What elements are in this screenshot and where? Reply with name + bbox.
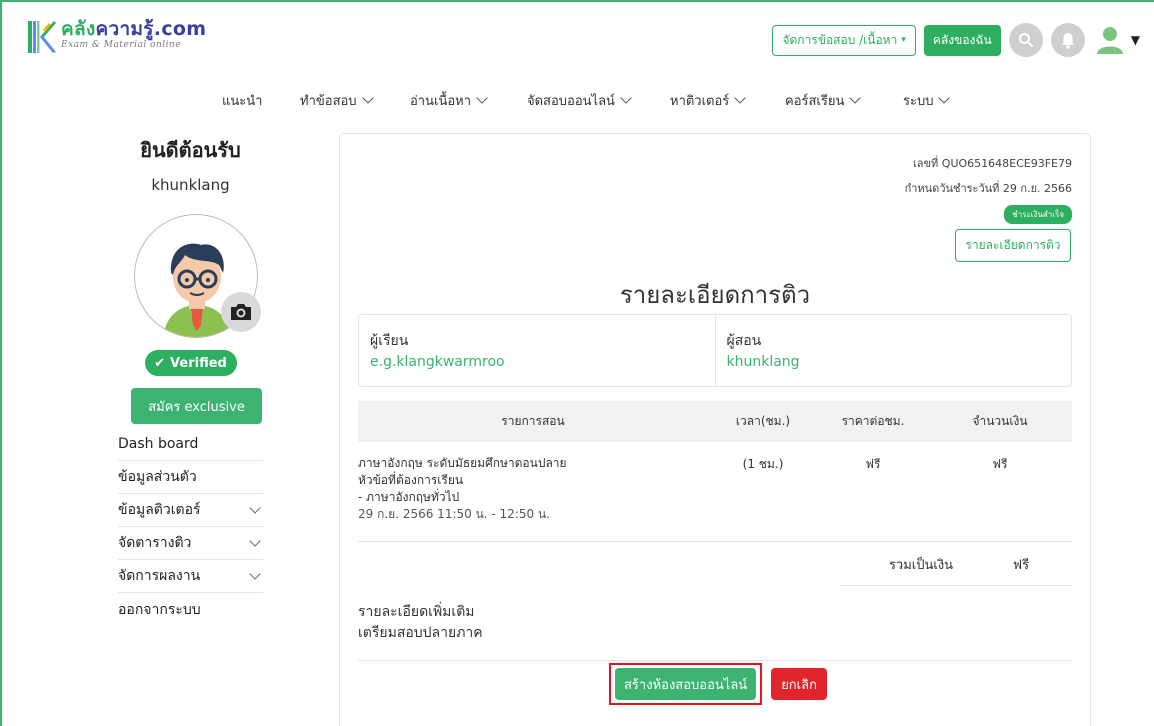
nav-item-intro[interactable]: แนะนำ <box>222 90 262 111</box>
header-actions: จัดการข้อสอบ /เนื้อหา ▾ คลังของฉัน ▼ <box>772 22 1140 58</box>
camera-icon <box>231 304 251 320</box>
student-info: ผู้เรียน e.g.klangkwarmroo <box>359 315 715 386</box>
divider <box>839 585 1072 586</box>
column-header-hours: เวลา(ชม.) <box>735 414 791 428</box>
divider <box>358 660 1072 661</box>
tutoring-detail-button[interactable]: รายละเอียดการติว <box>955 229 1071 262</box>
welcome-heading: ยินดีต้อนรับ <box>140 138 241 162</box>
chevron-down-icon <box>849 92 862 104</box>
payment-due-date: กำหนดวันชำระวันที่ 29 ก.ย. 2566 <box>904 182 1072 195</box>
chevron-down-icon <box>361 92 374 104</box>
item-hours: (1 ชม.) <box>742 457 784 471</box>
search-icon <box>1018 33 1033 48</box>
logo-k-icon <box>27 20 57 54</box>
avatar-container <box>134 214 261 338</box>
nav-item-read-content[interactable]: อ่านเนื้อหา <box>410 90 488 111</box>
sidebar: ยินดีต้อนรับ khunklang ✔ Verified สมัคร … <box>118 134 263 626</box>
chevron-down-icon <box>938 92 951 104</box>
tutor-label: ผู้สอน <box>726 333 762 349</box>
search-button[interactable] <box>1008 23 1043 57</box>
sidebar-item-schedule[interactable]: จัดตารางติว <box>118 527 263 560</box>
site-logo[interactable]: คลังความรู้.com Exam & Material online <box>27 20 206 54</box>
additional-details-label: รายละเอียดเพิ่มเติม <box>358 604 475 620</box>
highlight-box: สร้างห้องสอบออนไลน์ <box>609 663 763 705</box>
document-meta: เลขที่ QUO651648ECE93FE79 กำหนดวันชำระวั… <box>905 154 1072 224</box>
total-row: รวมเป็นเงิน ฟรี <box>358 542 1072 587</box>
table-header: รายการสอน เวลา(ชม.) ราคาต่อชม. จำนวนเงิน <box>358 401 1072 442</box>
my-library-button[interactable]: คลังของฉัน <box>923 24 1001 56</box>
sidebar-item-logout[interactable]: ออกจากระบบ <box>118 593 263 626</box>
create-online-exam-room-button[interactable]: สร้างห้องสอบออนไลน์ <box>615 668 757 700</box>
sidebar-item-works[interactable]: จัดการผลงาน <box>118 560 263 593</box>
chevron-down-icon <box>249 502 261 514</box>
main-nav: แนะนำ ทำข้อสอบ อ่านเนื้อหา จัดสอบออนไลน์… <box>0 90 1154 110</box>
chevron-down-icon <box>249 568 261 580</box>
sidebar-item-tutor-info[interactable]: ข้อมูลติวเตอร์ <box>118 494 263 527</box>
logo-title: คลังความรู้.com <box>61 18 207 40</box>
item-amount: ฟรี <box>992 457 1008 471</box>
total-label: รวมเป็นเงิน <box>888 558 954 573</box>
additional-details-value: เตรียมสอบปลายภาค <box>358 625 483 641</box>
sidebar-menu: Dash board ข้อมูลส่วนตัว ข้อมูลติวเตอร์ … <box>118 428 263 626</box>
status-badge: ชำระเงินสำเร็จ <box>1004 205 1072 224</box>
tutor-info: ผู้สอน khunklang <box>714 315 1072 386</box>
item-price: ฟรี <box>865 457 881 471</box>
chevron-down-icon <box>249 535 261 547</box>
nav-item-find-tutor[interactable]: หาติวเตอร์ <box>670 90 746 111</box>
chevron-down-icon <box>620 92 632 104</box>
column-header-price: ราคาต่อชม. <box>841 414 905 428</box>
chevron-down-icon <box>476 92 488 104</box>
document-number: เลขที่ QUO651648ECE93FE79 <box>913 157 1072 170</box>
column-header-item: รายการสอน <box>501 414 565 428</box>
action-buttons: สร้างห้องสอบออนไลน์ ยกเลิก <box>609 663 827 705</box>
column-header-amount: จำนวนเงิน <box>972 414 1028 428</box>
table-row: ภาษาอังกฤษ ระดับมัธยมศึกษาตอนปลาย หัวข้อ… <box>358 442 1072 542</box>
subscribe-exclusive-button[interactable]: สมัคร exclusive <box>131 388 262 424</box>
nav-item-system[interactable]: ระบบ <box>903 90 951 111</box>
bell-icon <box>1061 33 1074 49</box>
caret-down-icon: ▾ <box>901 35 906 45</box>
cancel-button[interactable]: ยกเลิก <box>771 668 827 700</box>
caret-down-icon: ▼ <box>1130 33 1140 47</box>
participants-box: ผู้เรียน e.g.klangkwarmroo ผู้สอน khunkl… <box>358 314 1072 387</box>
nav-item-take-exam[interactable]: ทำข้อสอบ <box>300 90 374 111</box>
sidebar-item-profile[interactable]: ข้อมูลส่วนตัว <box>118 461 263 494</box>
verified-badge: ✔ Verified <box>144 350 237 376</box>
change-photo-button[interactable] <box>221 292 261 332</box>
item-description: ภาษาอังกฤษ ระดับมัธยมศึกษาตอนปลาย หัวข้อ… <box>358 456 567 521</box>
user-menu[interactable]: ▼ <box>1095 25 1140 55</box>
sidebar-username: khunklang <box>151 176 230 194</box>
sidebar-item-dashboard[interactable]: Dash board <box>118 428 263 461</box>
chevron-down-icon <box>734 92 746 104</box>
additional-details: รายละเอียดเพิ่มเติม เตรียมสอบปลายภาค <box>358 602 483 644</box>
nav-item-online-exam[interactable]: จัดสอบออนไลน์ <box>527 90 632 111</box>
user-icon <box>1096 27 1123 54</box>
page-title: รายละเอียดการติว <box>619 281 811 309</box>
tutoring-items-table: รายการสอน เวลา(ชม.) ราคาต่อชม. จำนวนเงิน… <box>358 401 1072 587</box>
check-icon: ✔ <box>154 355 166 371</box>
tutor-name[interactable]: khunklang <box>727 354 1072 370</box>
student-name[interactable]: e.g.klangkwarmroo <box>370 354 715 370</box>
logo-tagline: Exam & Material online <box>61 40 182 50</box>
student-label: ผู้เรียน <box>370 333 409 349</box>
notification-button[interactable] <box>1050 23 1085 57</box>
nav-item-courses[interactable]: คอร์สเรียน <box>785 90 862 111</box>
total-value: ฟรี <box>1012 558 1030 573</box>
manage-exam-dropdown-button[interactable]: จัดการข้อสอบ /เนื้อหา ▾ <box>772 24 916 56</box>
tutoring-detail-card: เลขที่ QUO651648ECE93FE79 กำหนดวันชำระวั… <box>339 133 1091 726</box>
